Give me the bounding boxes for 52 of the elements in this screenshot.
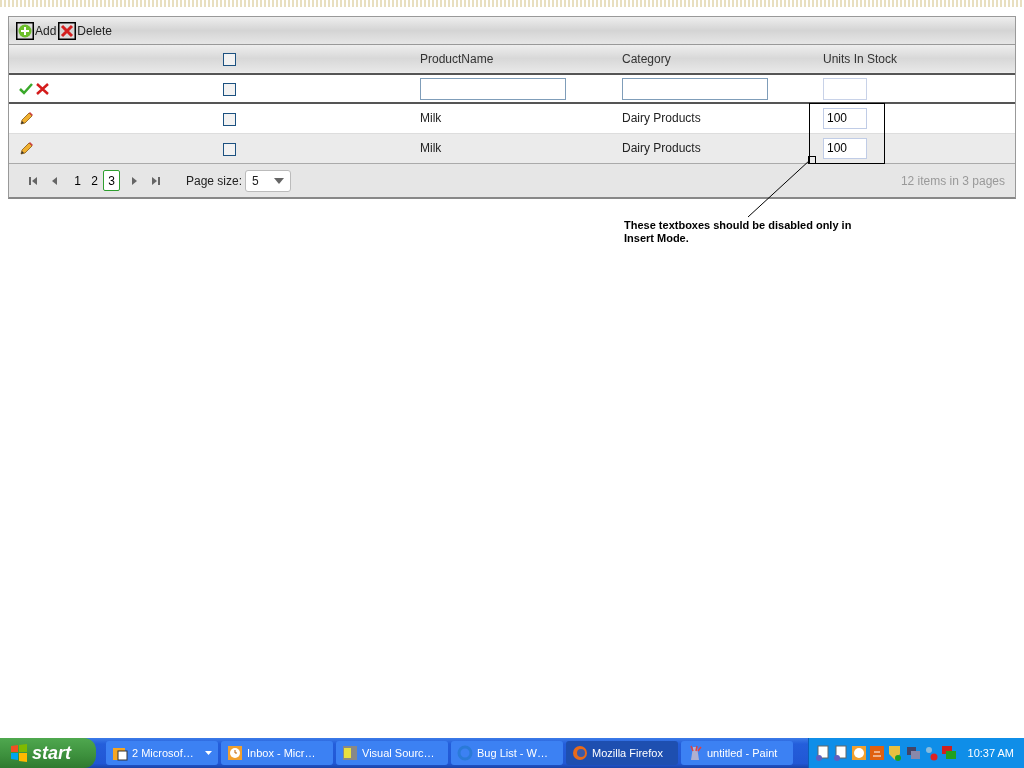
- pencil-icon[interactable]: [19, 142, 33, 157]
- close-icon[interactable]: [36, 83, 50, 96]
- checkbox[interactable]: [223, 142, 236, 156]
- user-icon[interactable]: [923, 745, 939, 761]
- pencil-icon[interactable]: [19, 112, 33, 127]
- network-icon[interactable]: [833, 745, 849, 761]
- taskbar-button[interactable]: 2 Microsof…: [106, 741, 218, 765]
- pager-summary: 12 items in 3 pages: [900, 172, 1005, 190]
- monitor-icon[interactable]: [905, 745, 921, 761]
- browser-icon: [457, 745, 473, 761]
- clock-icon[interactable]: [851, 745, 867, 761]
- browser-icon: [572, 745, 588, 761]
- page-size-label: Page size:: [186, 172, 243, 190]
- column-header[interactable]: Units In Stock: [823, 52, 898, 66]
- taskbar-button[interactable]: Mozilla Firefox: [566, 741, 678, 765]
- input-field[interactable]: 100: [823, 137, 867, 159]
- taskbar-button[interactable]: Visual Sourc…: [336, 741, 448, 765]
- add-icon: [16, 21, 34, 40]
- input-field[interactable]: [420, 77, 566, 100]
- caret-icon: [205, 751, 212, 755]
- table-cell: Milk: [420, 141, 442, 156]
- start-button[interactable]: start: [0, 738, 96, 768]
- clock-app-icon: [227, 745, 243, 761]
- column-header[interactable]: ProductName: [420, 52, 494, 66]
- taskbar-button[interactable]: Inbox - Micr…: [221, 741, 333, 765]
- taskbar-button[interactable]: untitled - Paint: [681, 741, 793, 765]
- delete-icon: [58, 21, 77, 40]
- column-header[interactable]: Category: [622, 52, 671, 66]
- checkbox[interactable]: [223, 53, 236, 67]
- taskbar-button[interactable]: Bug List - W…: [451, 741, 563, 765]
- table-cell: Dairy Products: [622, 111, 701, 126]
- check-icon[interactable]: [19, 83, 33, 96]
- page-link[interactable]: 3: [103, 170, 120, 191]
- delete-button[interactable]: Delete: [58, 21, 113, 40]
- paint-brushes-icon: [687, 745, 703, 761]
- input-field[interactable]: 100: [823, 107, 867, 129]
- clock-text: 10:37 AM: [967, 745, 1014, 761]
- caret-icon: [274, 177, 285, 184]
- page-link[interactable]: 2: [86, 170, 103, 191]
- input-field[interactable]: [622, 77, 768, 100]
- table-cell: Dairy Products: [622, 141, 701, 156]
- app-group-icon: [112, 745, 128, 761]
- windows-logo-icon: [10, 744, 28, 762]
- page-size-dropdown[interactable]: 5: [245, 169, 292, 192]
- checkbox[interactable]: [223, 112, 236, 126]
- table-cell: Milk: [420, 111, 442, 126]
- app-icon: [342, 745, 358, 761]
- add-button[interactable]: Add: [16, 21, 57, 40]
- network-icon[interactable]: [815, 745, 831, 761]
- page-link[interactable]: 1: [69, 170, 86, 191]
- checkbox[interactable]: [223, 82, 236, 96]
- annotation-text: These textboxes should be disabled only in Insert Mode.: [624, 219, 853, 245]
